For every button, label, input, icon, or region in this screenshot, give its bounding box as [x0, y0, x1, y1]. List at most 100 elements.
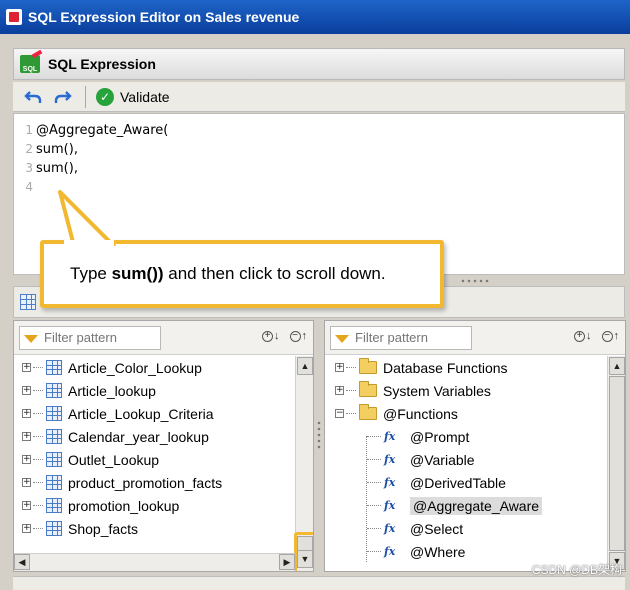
left-filter-input[interactable] [42, 329, 154, 346]
tree-item-table[interactable]: + Shop_facts [22, 517, 295, 540]
tutorial-callout: Type sum()) and then click to scroll dow… [40, 240, 444, 308]
table-label: Shop_facts [68, 520, 139, 537]
tree-item-folder[interactable]: + System Variables [335, 379, 607, 402]
expand-toggle[interactable]: + [22, 524, 31, 533]
toolbar-separator [85, 85, 86, 108]
expand-toggle[interactable]: + [335, 363, 344, 372]
left-vertical-scrollbar[interactable]: ▲ ▼ [294, 356, 313, 571]
left-horizontal-scrollbar[interactable]: ◀ ▶ [14, 553, 295, 571]
redo-icon [54, 90, 72, 103]
scroll-right-icon[interactable]: ▶ [279, 554, 295, 570]
table-label: Article_lookup [68, 382, 156, 399]
folder-icon [359, 381, 377, 397]
expand-all-icon: + [262, 330, 273, 342]
panel-title: SQL Expression [48, 56, 156, 72]
folder-open-icon [359, 404, 377, 420]
undo-button[interactable] [21, 85, 45, 109]
expand-toggle[interactable]: + [22, 501, 31, 510]
filter-box[interactable] [19, 325, 161, 350]
tree-item-table[interactable]: + promotion_lookup [22, 494, 295, 517]
expand-all-icon: + [574, 330, 585, 342]
app-icon [6, 9, 22, 25]
window-titlebar: SQL Expression Editor on Sales revenue [0, 0, 630, 34]
scroll-up-icon[interactable]: ▲ [297, 357, 313, 375]
tree-item-function-selected[interactable]: fx @Aggregate_Aware [335, 494, 607, 517]
tree-item-table[interactable]: + Calendar_year_lookup [22, 425, 295, 448]
tables-pane: +↓ −↑ + Article_Color_Lookup + Article_loo… [13, 320, 314, 572]
code-line: 3 sum(), [14, 159, 624, 178]
check-icon: ✓ [96, 87, 114, 106]
expand-toggle[interactable]: + [22, 386, 31, 395]
function-label: @Aggregate_Aware [410, 496, 543, 515]
functions-pane: +↓ −↑ + Database Functions + System Variab… [324, 320, 626, 572]
function-icon: fx [384, 499, 396, 512]
code-text: @Aggregate_Aware( [36, 123, 169, 138]
tree-item-function[interactable]: fx @Where [335, 540, 607, 563]
right-vertical-scrollbar[interactable]: ▲ ▼ [607, 356, 625, 571]
collapse-all-button[interactable]: − ↑ [601, 330, 619, 342]
function-icon: fx [384, 430, 396, 443]
window-title: SQL Expression Editor on Sales revenue [28, 9, 300, 25]
status-strip [13, 576, 625, 590]
filter-row: +↓ −↑ [325, 321, 625, 355]
collapse-all-icon: − [601, 330, 613, 342]
table-label: Outlet_Lookup [68, 451, 160, 468]
sql-icon: SQL [20, 55, 40, 73]
scroll-down-icon[interactable]: ▼ [297, 550, 313, 568]
table-icon [46, 521, 62, 536]
function-label: @Prompt [410, 428, 470, 445]
line-number: 1 [25, 123, 33, 137]
callout-pointer [58, 190, 116, 246]
table-icon [46, 429, 62, 444]
table-icon [46, 406, 62, 421]
tree-item-function[interactable]: fx @DerivedTable [335, 471, 607, 494]
expand-toggle[interactable]: + [22, 409, 31, 418]
collapse-all-button[interactable]: − ↑ [289, 330, 307, 342]
expand-all-button[interactable]: + ↓ [262, 330, 280, 342]
function-icon: fx [384, 476, 396, 489]
splitter-handle[interactable] [460, 279, 490, 283]
right-filter-input[interactable] [353, 329, 465, 346]
scroll-left-icon[interactable]: ◀ [14, 554, 30, 570]
tree-item-folder[interactable]: + Database Functions [335, 356, 607, 379]
scroll-thumb[interactable] [609, 376, 625, 551]
callout-text-bold: sum()) [111, 264, 164, 283]
tree-item-folder[interactable]: − @Functions [335, 402, 607, 425]
tree-item-table[interactable]: + product_promotion_facts [22, 471, 295, 494]
pane-splitter[interactable] [317, 420, 321, 450]
table-label: Article_Lookup_Criteria [68, 405, 214, 422]
expand-all-button[interactable]: + ↓ [574, 330, 592, 342]
function-label: @Where [410, 543, 466, 560]
tree-item-table[interactable]: + Article_Color_Lookup [22, 356, 295, 379]
folder-icon [359, 358, 377, 374]
tree-item-function[interactable]: fx @Prompt [335, 425, 607, 448]
filter-box[interactable] [330, 325, 472, 350]
filter-row: +↓ −↑ [14, 321, 313, 355]
filter-icon [335, 334, 349, 343]
watermark: CSDN @DB架构 [531, 563, 622, 577]
expand-toggle[interactable]: + [335, 386, 344, 395]
table-icon [46, 360, 62, 375]
tree-item-table[interactable]: + Article_lookup [22, 379, 295, 402]
line-number: 4 [25, 180, 33, 194]
table-label: product_promotion_facts [68, 474, 223, 491]
callout-text-prefix: Type [70, 264, 112, 283]
expand-toggle[interactable]: + [22, 432, 31, 441]
collapse-toggle[interactable]: − [335, 409, 344, 418]
scroll-up-icon[interactable]: ▲ [609, 357, 625, 375]
folder-label: @Functions [383, 405, 458, 422]
validate-button[interactable]: ✓ Validate [96, 87, 170, 106]
tree-item-function[interactable]: fx @Select [335, 517, 607, 540]
sql-expression-header: SQL SQL Expression [13, 48, 625, 80]
expand-toggle[interactable]: + [22, 455, 31, 464]
expand-toggle[interactable]: + [22, 363, 31, 372]
function-icon: fx [384, 453, 396, 466]
editor-toolbar: ✓ Validate [13, 82, 625, 112]
tree-item-table[interactable]: + Article_Lookup_Criteria [22, 402, 295, 425]
table-icon [46, 452, 62, 467]
expand-toggle[interactable]: + [22, 478, 31, 487]
tree-item-table[interactable]: + Outlet_Lookup [22, 448, 295, 471]
functions-tree: + Database Functions + System Variables − @… [325, 356, 607, 571]
tree-item-function[interactable]: fx @Variable [335, 448, 607, 471]
redo-button[interactable] [51, 85, 75, 109]
